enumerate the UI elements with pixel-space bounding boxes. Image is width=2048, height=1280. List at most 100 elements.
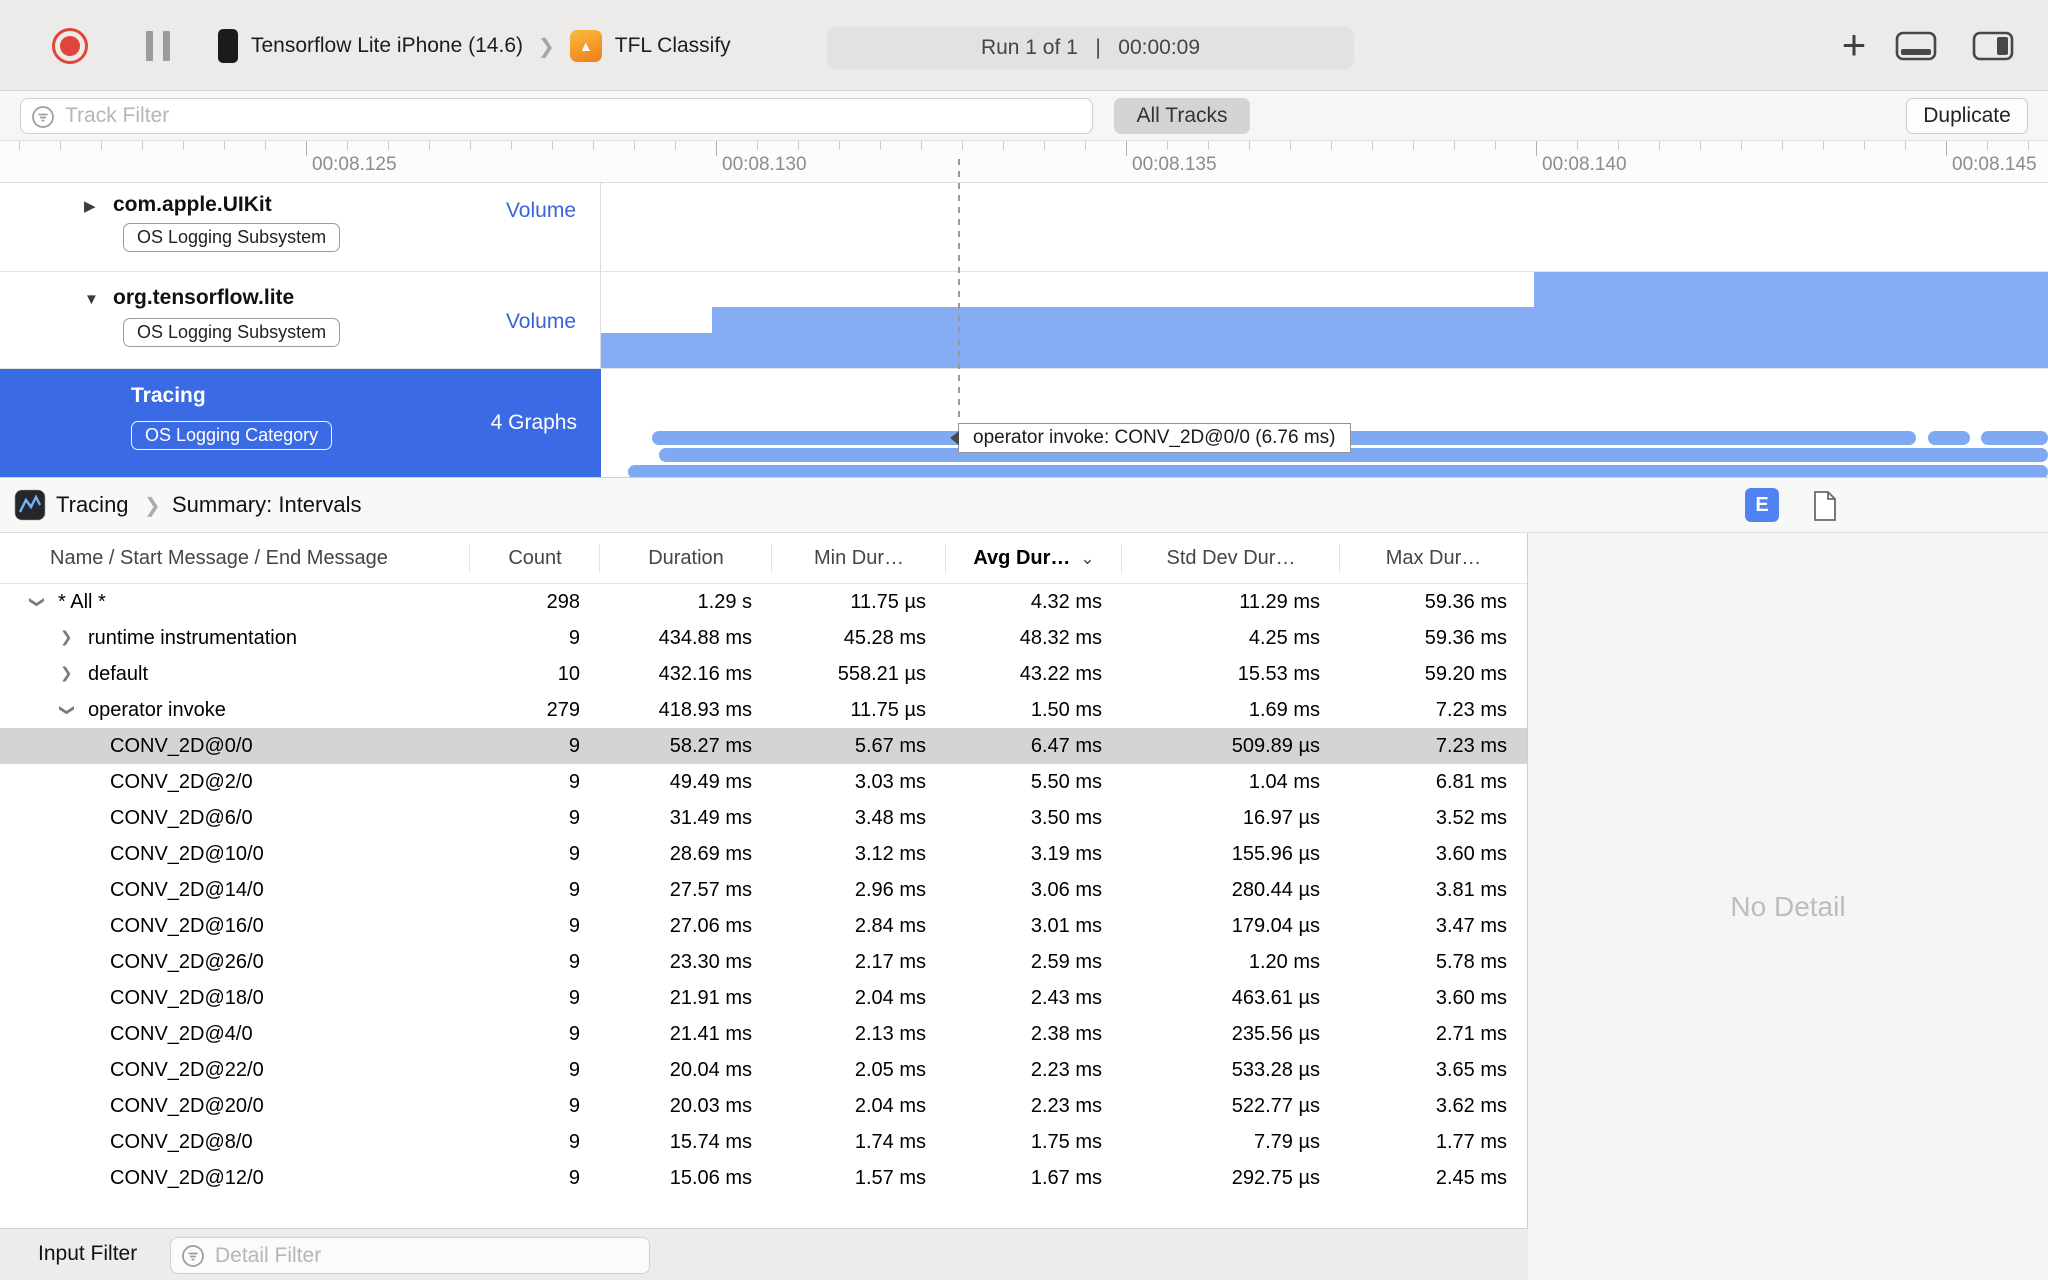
playhead-line[interactable] [958, 159, 960, 433]
column-header-duration[interactable]: Duration [600, 533, 772, 584]
pause-button[interactable] [146, 31, 170, 61]
table-row[interactable]: CONV_2D@26/0 9 23.30 ms 2.17 ms 2.59 ms 1.20 … [0, 944, 1527, 980]
ruler-tick [470, 141, 471, 150]
ruler-tick [1454, 141, 1455, 150]
table-row[interactable]: CONV_2D@14/0 9 27.57 ms 2.96 ms 3.06 ms 280.4… [0, 872, 1527, 908]
cell-duration: 28.69 ms [669, 843, 752, 865]
breadcrumb-instrument[interactable]: Tracing [56, 492, 129, 518]
run-display[interactable]: Run 1 of 1 | 00:00:09 [827, 27, 1354, 69]
cell-count: 9 [568, 771, 580, 793]
detail-filter-field[interactable] [170, 1237, 650, 1274]
cell-count: 9 [568, 1023, 580, 1045]
table-row[interactable]: ❯ runtime instrumentation 9 434.88 ms 45.28 … [0, 620, 1527, 656]
table-row[interactable]: CONV_2D@6/0 9 31.49 ms 3.48 ms 3.50 ms 16.97 … [0, 800, 1527, 836]
iphone-icon [218, 29, 238, 63]
column-header-avg[interactable]: Avg Dur… ⌄ [946, 533, 1122, 584]
track-filter-field[interactable] [20, 98, 1093, 134]
table-row[interactable]: ❯ operator invoke 279 418.93 ms 11.75 µs 1.50… [0, 692, 1527, 728]
table-row[interactable]: CONV_2D@20/0 9 20.03 ms 2.04 ms 2.23 ms 522.7… [0, 1088, 1527, 1124]
cell-avg-duration: 48.32 ms [1019, 627, 1102, 649]
timeline-ruler[interactable]: 00:08.125 00:08.130 00:08.135 00:08.140 00:0… [0, 141, 2048, 183]
toggle-right-pane-button[interactable] [1972, 31, 2014, 66]
column-header-name[interactable]: Name / Start Message / End Message [0, 533, 470, 584]
ruler-tick [962, 141, 963, 150]
disclosure-chevron-icon[interactable]: ❯ [60, 656, 88, 692]
interval-pill[interactable] [1927, 431, 1970, 445]
cell-min-duration: 558.21 µs [837, 663, 926, 685]
ruler-tick [1987, 141, 1988, 150]
add-instrument-button[interactable]: + [1832, 21, 1876, 68]
cell-avg-duration: 1.75 ms [1030, 1131, 1102, 1153]
cell-avg-duration: 5.50 ms [1030, 771, 1102, 793]
all-tracks-button[interactable]: All Tracks [1114, 98, 1250, 134]
track-metric-label[interactable]: 4 Graphs [491, 411, 577, 435]
row-name: CONV_2D@18/0 [110, 987, 264, 1009]
cell-avg-duration: 3.01 ms [1030, 915, 1102, 937]
interval-pill[interactable] [1981, 431, 2048, 445]
column-header-max[interactable]: Max Dur… [1340, 533, 1527, 584]
table-row[interactable]: CONV_2D@8/0 9 15.74 ms 1.74 ms 1.75 ms 7.79 µ… [0, 1124, 1527, 1160]
cell-min-duration: 1.57 ms [854, 1167, 926, 1189]
ruler-major-tick [1536, 141, 1537, 156]
ruler-tick [1741, 141, 1742, 150]
disclosure-chevron-icon[interactable]: ❯ [60, 620, 88, 656]
disclosure-triangle-right-icon[interactable]: ▶ [84, 197, 96, 215]
detail-filter-input[interactable] [215, 1238, 639, 1273]
record-button[interactable] [52, 28, 88, 64]
disclosure-triangle-down-icon[interactable]: ▼ [84, 291, 99, 308]
interval-pill[interactable] [628, 465, 2048, 477]
table-row[interactable]: CONV_2D@10/0 9 28.69 ms 3.12 ms 3.19 ms 155.9… [0, 836, 1527, 872]
table-row[interactable]: CONV_2D@12/0 9 15.06 ms 1.57 ms 1.67 ms 292.7… [0, 1160, 1527, 1196]
toggle-bottom-pane-button[interactable] [1895, 31, 1937, 66]
app-name: TFL Classify [614, 34, 731, 57]
cell-avg-duration: 2.38 ms [1030, 1023, 1102, 1045]
track-label[interactable]: ▶ com.apple.UIKit OS Logging Subsystem V… [0, 183, 601, 271]
cell-duration: 21.91 ms [669, 987, 752, 1009]
table-row[interactable]: CONV_2D@2/0 9 49.49 ms 3.03 ms 5.50 ms 1.04 m… [0, 764, 1527, 800]
duplicate-button[interactable]: Duplicate [1906, 98, 2028, 134]
table-row[interactable]: ❯ default 10 432.16 ms 558.21 µs 43.22 ms 15.5… [0, 656, 1527, 692]
cell-stddev-duration: 1.20 ms [1248, 951, 1320, 973]
table-row[interactable]: CONV_2D@4/0 9 21.41 ms 2.13 ms 2.38 ms 235.56… [0, 1016, 1527, 1052]
cell-avg-duration: 3.06 ms [1030, 879, 1102, 901]
cell-stddev-duration: 1.04 ms [1248, 771, 1320, 793]
table-row[interactable]: CONV_2D@18/0 9 21.91 ms 2.04 ms 2.43 ms 463.6… [0, 980, 1527, 1016]
uikit-volume-graph[interactable] [601, 183, 2048, 271]
cell-min-duration: 2.13 ms [854, 1023, 926, 1045]
interval-pill[interactable] [658, 448, 2048, 462]
intervals-table-body: ❯ * All * 298 1.29 s 11.75 µs 4.32 ms 11.29 ms… [0, 584, 1527, 1196]
track-label[interactable]: Tracing OS Logging Category 4 Graphs [0, 369, 601, 477]
column-header-min[interactable]: Min Dur… [772, 533, 946, 584]
cell-max-duration: 59.36 ms [1424, 591, 1507, 613]
tf-volume-area [601, 272, 2048, 368]
ruler-tick [1782, 141, 1783, 150]
table-row[interactable]: ❯ * All * 298 1.29 s 11.75 µs 4.32 ms 11.29 ms… [0, 584, 1527, 620]
cell-count: 279 [546, 699, 580, 721]
column-header-stddev[interactable]: Std Dev Dur… [1122, 533, 1340, 584]
track-name: Tracing [131, 384, 206, 407]
track-row-uikit[interactable]: ▶ com.apple.UIKit OS Logging Subsystem V… [0, 183, 2048, 272]
breadcrumb-view[interactable]: Summary: Intervals [172, 492, 362, 518]
table-row[interactable]: CONV_2D@0/0 9 58.27 ms 5.67 ms 6.47 ms 509.89… [0, 728, 1527, 764]
ruler-tick [1249, 141, 1250, 150]
column-header-count[interactable]: Count [470, 533, 600, 584]
track-metric-label[interactable]: Volume [506, 310, 576, 334]
track-label[interactable]: ▼ org.tensorflow.lite OS Logging Subsyst… [0, 272, 601, 368]
document-inspector-button[interactable] [1812, 490, 1838, 527]
track-filter-input[interactable] [65, 99, 1082, 133]
tensorflow-volume-graph[interactable] [601, 272, 2048, 368]
disclosure-chevron-icon[interactable]: ❯ [28, 584, 58, 620]
track-row-tensorflow[interactable]: ▼ org.tensorflow.lite OS Logging Subsyst… [0, 272, 2048, 369]
table-row[interactable]: CONV_2D@16/0 9 27.06 ms 2.84 ms 3.01 ms 179.0… [0, 908, 1527, 944]
device-app-selector[interactable]: Tensorflow Lite iPhone (14.6) ❯ ▲ TFL Cl… [218, 22, 731, 70]
disclosure-chevron-icon[interactable]: ❯ [58, 692, 88, 728]
cell-count: 298 [546, 591, 580, 613]
track-metric-label[interactable]: Volume [506, 199, 576, 223]
ruler-time-label: 00:08.130 [722, 154, 807, 175]
extended-detail-button[interactable]: E [1745, 488, 1779, 522]
table-row[interactable]: CONV_2D@22/0 9 20.04 ms 2.05 ms 2.23 ms 533.2… [0, 1052, 1527, 1088]
cell-avg-duration: 1.67 ms [1030, 1167, 1102, 1189]
cell-count: 9 [568, 843, 580, 865]
ruler-time-label: 00:08.145 [1952, 154, 2037, 175]
tracing-instrument-icon [14, 489, 46, 526]
